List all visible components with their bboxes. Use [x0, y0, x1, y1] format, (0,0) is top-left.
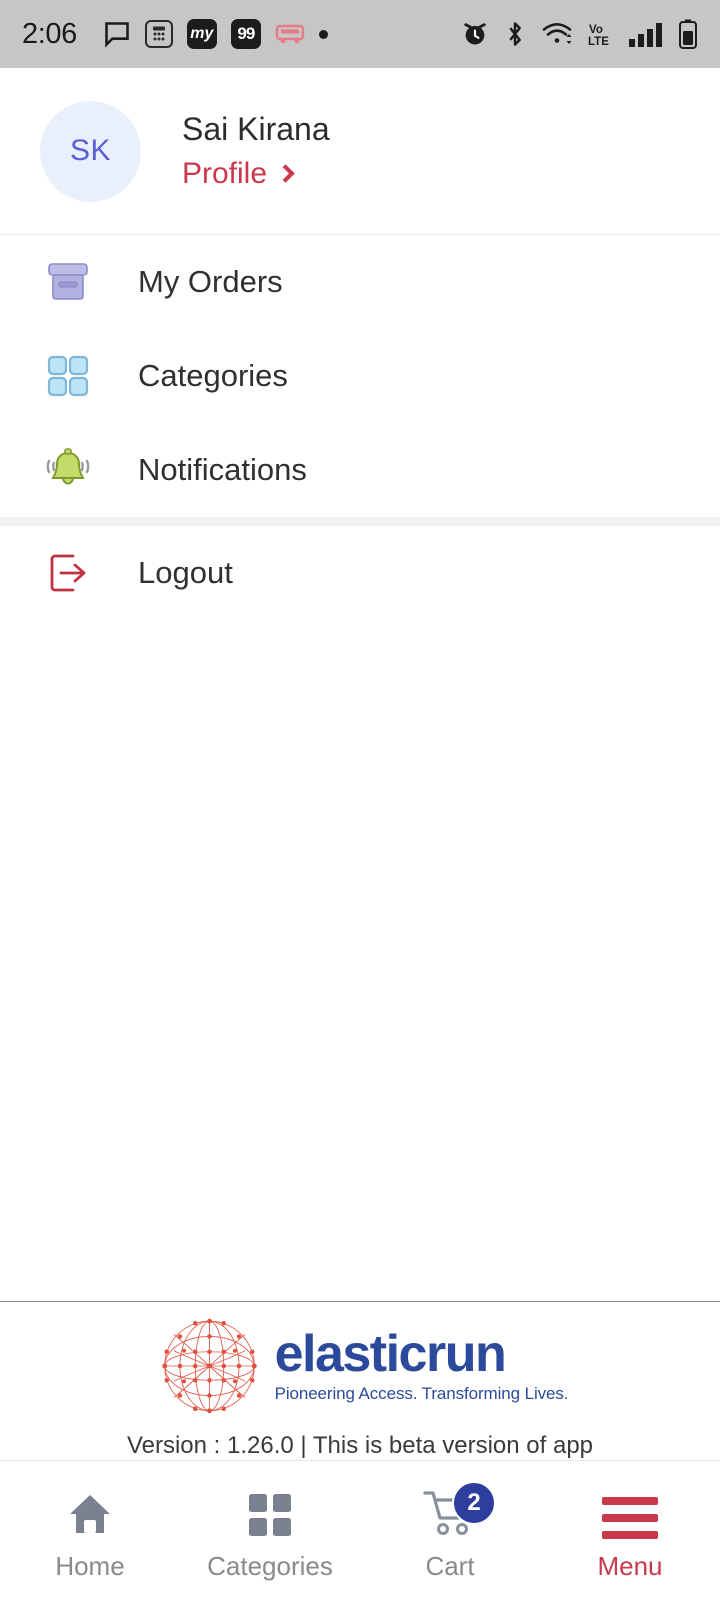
app-root: 2:06 my 99 Vo LTE SK Sai Kirana Profile …	[0, 0, 720, 1600]
more-notifications-dot-icon	[318, 29, 328, 39]
nav-item-label: Home	[55, 1551, 125, 1581]
shopping-cart-icon: 2	[422, 1481, 496, 1539]
logout-arrow-icon	[40, 548, 96, 598]
cart-count-badge: 2	[452, 1481, 496, 1525]
notification-count-badge-icon: 99	[230, 19, 261, 49]
menu-item-notifications[interactable]: Notifications	[0, 423, 720, 517]
status-bar-right-group: Vo LTE	[461, 19, 698, 49]
menu-item-logout[interactable]: Logout	[0, 526, 720, 620]
nav-item-label: Cart	[425, 1551, 475, 1581]
grid-squares-icon	[40, 352, 96, 400]
profile-link[interactable]: Profile	[182, 157, 330, 191]
brand-row: elasticrun Pioneering Access. Transformi…	[152, 1310, 569, 1422]
menu-item-label: Notifications	[138, 452, 307, 487]
my-app-badge-icon: my	[186, 19, 217, 49]
grid-squares-icon	[246, 1485, 294, 1539]
status-bar-clock: 2:06	[22, 17, 77, 50]
profile-header[interactable]: SK Sai Kirana Profile	[0, 68, 720, 235]
chevron-right-icon	[276, 163, 295, 183]
brand-tagline: Pioneering Access. Transforming Lives.	[274, 1384, 569, 1403]
nav-item-label: Menu	[597, 1551, 663, 1581]
nav-item-home[interactable]: Home	[0, 1461, 180, 1600]
elasticrun-globe-logo-icon	[161, 1318, 257, 1414]
wifi-icon	[541, 21, 573, 47]
menu-list: My Orders Categories Notifications Logou…	[0, 235, 720, 620]
home-icon	[65, 1485, 115, 1539]
version-text: Version : 1.26.0 | This is beta version …	[126, 1432, 594, 1459]
brand-text-block: elasticrun Pioneering Access. Transformi…	[275, 1328, 569, 1404]
brand-name: elasticrun	[274, 1325, 507, 1383]
avatar-initials: SK	[69, 134, 112, 167]
profile-link-label: Profile	[182, 157, 268, 190]
battery-icon	[678, 19, 698, 49]
hamburger-menu-icon	[602, 1485, 658, 1539]
content-spacer	[0, 620, 720, 1301]
bluetooth-icon	[504, 20, 526, 48]
menu-item-my-orders[interactable]: My Orders	[0, 235, 720, 329]
menu-section-divider	[0, 517, 720, 526]
menu-item-categories[interactable]: Categories	[0, 329, 720, 423]
profile-name: Sai Kirana	[182, 111, 330, 147]
menu-item-label: Logout	[138, 555, 233, 590]
calculator-icon	[144, 20, 173, 48]
archive-box-icon	[40, 258, 96, 306]
footer-brand: elasticrun Pioneering Access. Transformi…	[0, 1301, 720, 1460]
nav-item-menu[interactable]: Menu	[540, 1461, 720, 1600]
status-bar: 2:06 my 99 Vo LTE	[0, 0, 720, 68]
bottom-navigation-bar: Home Categories 2 Cart Menu	[0, 1460, 720, 1600]
chat-bubble-icon	[103, 20, 131, 48]
cellular-signal-icon	[629, 21, 663, 47]
svg-text:LTE: LTE	[588, 36, 609, 48]
status-bar-left-group: 2:06 my 99	[22, 18, 328, 51]
volte-icon: Vo LTE	[588, 20, 614, 48]
menu-item-label: Categories	[138, 358, 288, 393]
redbus-app-icon	[275, 23, 305, 45]
profile-text-block: Sai Kirana Profile	[182, 111, 330, 191]
alarm-clock-icon	[461, 20, 489, 48]
nav-item-label: Categories	[207, 1551, 333, 1581]
avatar: SK	[40, 100, 141, 202]
nav-item-cart[interactable]: 2 Cart	[360, 1461, 540, 1600]
nav-item-categories[interactable]: Categories	[180, 1461, 360, 1600]
menu-item-label: My Orders	[138, 264, 283, 299]
bell-icon	[40, 446, 96, 494]
svg-text:Vo: Vo	[589, 24, 603, 36]
